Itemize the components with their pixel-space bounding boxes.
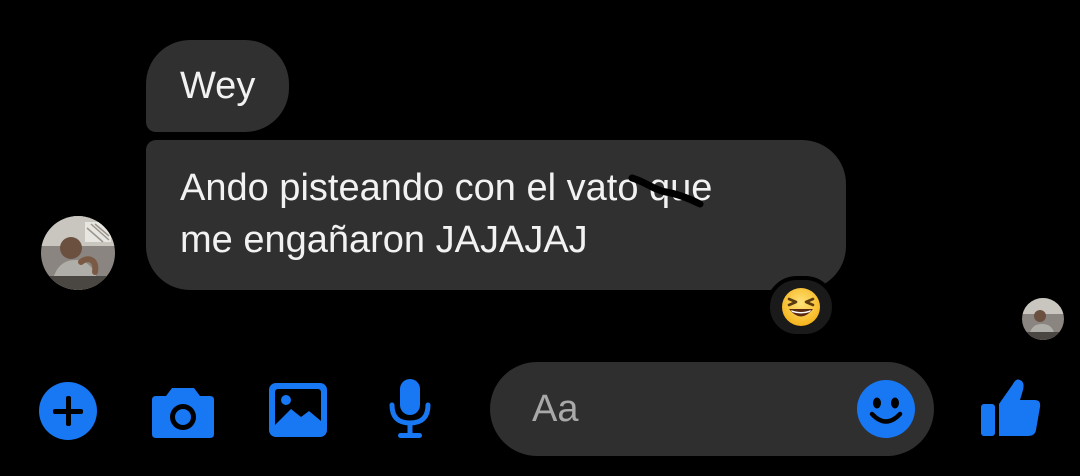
grinning-squinting-face-icon: [782, 288, 820, 326]
like-button[interactable]: [976, 372, 1046, 442]
message-text: Wey: [180, 65, 256, 107]
image-icon: [269, 383, 327, 437]
camera-icon: [152, 388, 214, 438]
message-input-placeholder: Aa: [532, 388, 579, 430]
plus-icon: [39, 382, 97, 440]
message-input[interactable]: Aa: [490, 362, 934, 456]
microphone-icon: [389, 379, 431, 438]
voice-message-button[interactable]: [384, 376, 436, 442]
avatar-photo-icon: [1022, 298, 1064, 340]
camera-button[interactable]: [150, 381, 216, 441]
sender-avatar[interactable]: [41, 216, 115, 290]
emoji-button[interactable]: [856, 379, 916, 439]
emoji-icon: [857, 380, 915, 438]
gallery-button[interactable]: [266, 379, 330, 441]
add-button[interactable]: [38, 381, 98, 441]
message-text-line-2: me engañaron JAJAJAJ: [180, 219, 588, 261]
message-text-line-1: Ando pisteando con el vato que: [180, 167, 713, 209]
avatar-photo-icon: [41, 216, 115, 290]
thumbs-up-icon: [981, 379, 1041, 436]
message-bubble-wey[interactable]: Wey: [146, 40, 290, 132]
reaction-badge[interactable]: [766, 276, 836, 338]
message-bubble-main[interactable]: Ando pisteando con el vato que me engaña…: [146, 140, 846, 290]
seen-indicator-avatar: [1022, 298, 1064, 340]
